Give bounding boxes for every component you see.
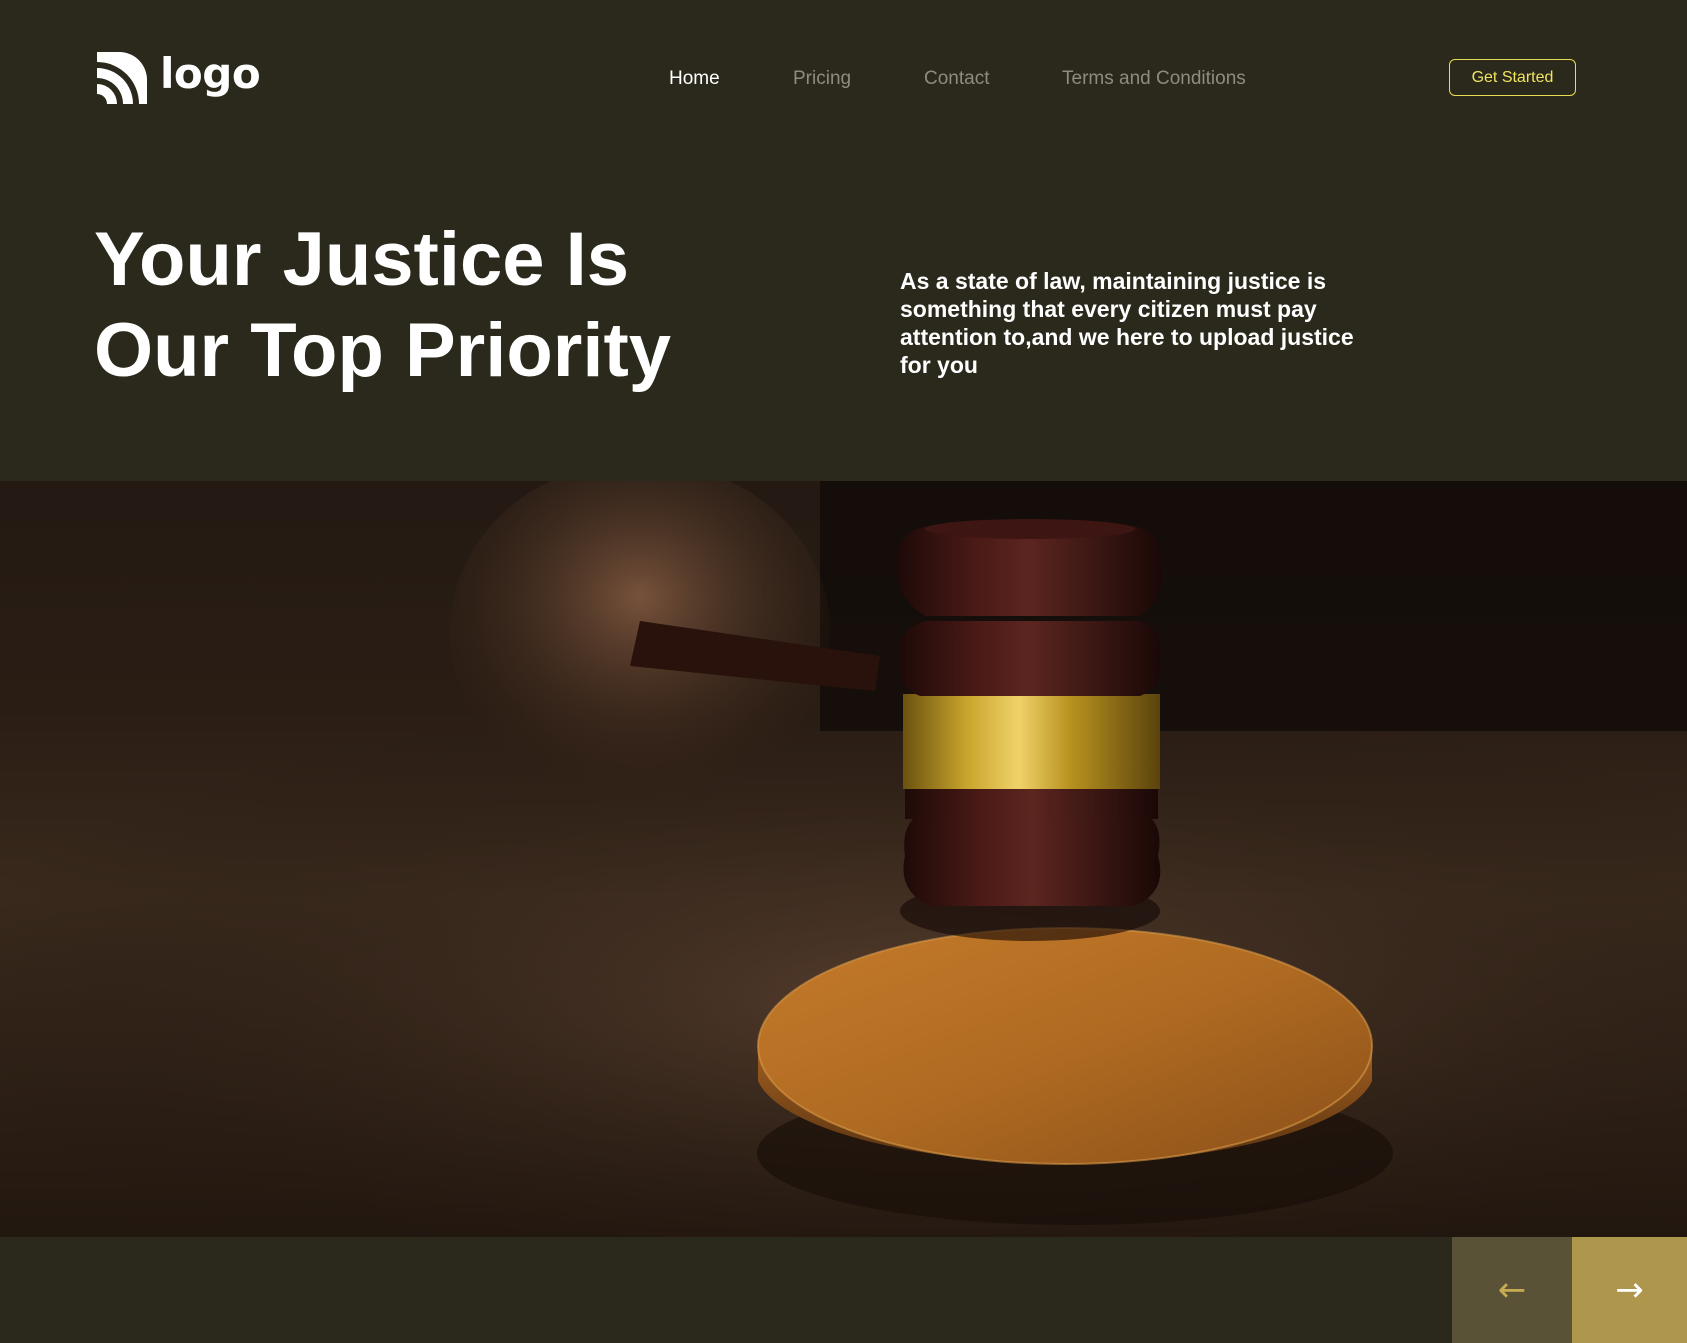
hero-title-line-2: Our Top Priority (94, 308, 672, 393)
brand-logo[interactable]: logo (95, 49, 261, 104)
hero-gavel-image (0, 481, 1687, 1237)
logo-text: logo (160, 49, 261, 98)
logo-icon (97, 52, 148, 104)
gavel-illustration (0, 481, 1687, 1237)
nav-item-contact[interactable]: Contact (924, 68, 989, 90)
carousel-prev-button[interactable]: ← (1452, 1237, 1572, 1343)
hero-description: As a state of law, maintaining justice i… (900, 268, 1354, 378)
get-started-button[interactable]: Get Started (1449, 59, 1576, 96)
hero-title: Your Justice Is Our Top Priority (94, 214, 794, 396)
arrow-left-icon: ← (1497, 1270, 1527, 1310)
nav-item-pricing[interactable]: Pricing (793, 68, 851, 90)
arrow-right-icon: → (1615, 1270, 1644, 1310)
site-header: logo Home Pricing Contact Terms and Cond… (0, 0, 1687, 160)
carousel-bar (0, 1237, 1687, 1343)
carousel-next-button[interactable]: → (1572, 1237, 1687, 1343)
hero-title-line-1: Your Justice Is (94, 217, 630, 302)
nav-item-terms[interactable]: Terms and Conditions (1062, 68, 1246, 90)
nav-item-home[interactable]: Home (669, 68, 720, 90)
